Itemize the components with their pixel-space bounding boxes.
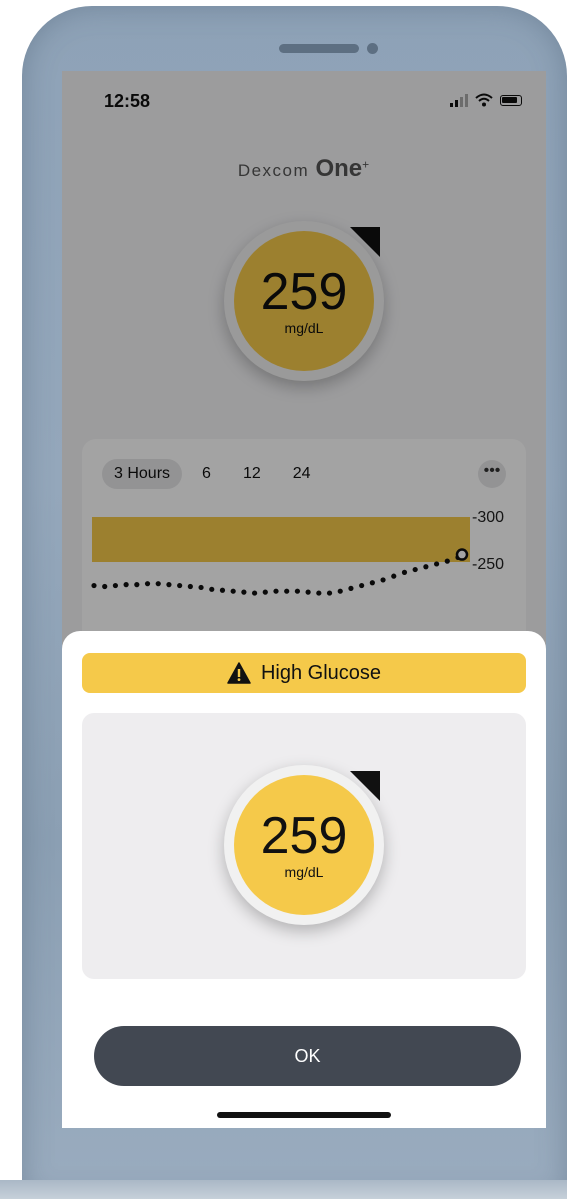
alert-reading-panel: 259 mg/dL [82, 713, 526, 979]
ok-button[interactable]: OK [94, 1026, 521, 1086]
alert-header: High Glucose [82, 653, 526, 693]
phone-bottom-bezel [0, 1180, 567, 1199]
warning-icon [227, 662, 251, 684]
speaker-grille [279, 44, 359, 53]
app-screen: 12:58 Dexcom One+ 259 mg/dL 3 Hours 6 12… [62, 71, 546, 1128]
rising-arrow-icon [350, 771, 380, 801]
home-indicator [217, 1112, 391, 1118]
front-camera [367, 43, 378, 54]
alert-glucose-value: 259 [260, 807, 348, 865]
alert-glucose-circle: 259 mg/dL [224, 765, 384, 925]
high-glucose-alert-sheet: High Glucose 259 mg/dL OK [62, 631, 546, 1128]
alert-glucose-unit: mg/dL [284, 864, 324, 880]
alert-title: High Glucose [260, 661, 382, 684]
